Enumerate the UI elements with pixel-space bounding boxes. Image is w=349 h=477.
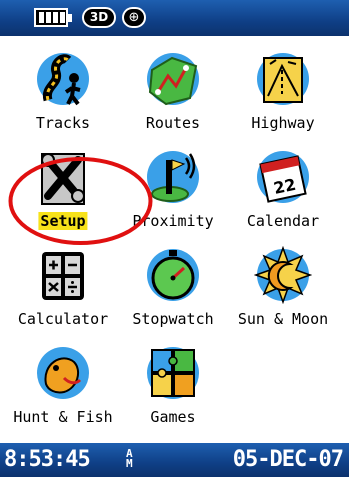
menu-item-sun-moon[interactable]: Sun & Moon	[228, 240, 338, 338]
menu-item-calculator[interactable]: Calculator	[8, 240, 118, 338]
status-bar: 3D ⊕	[0, 0, 349, 36]
battery-icon	[34, 8, 72, 27]
puzzle-icon	[147, 347, 199, 399]
menu-item-hunt-fish[interactable]: Hunt & Fish	[8, 338, 118, 436]
menu-item-calendar[interactable]: 22 Calendar	[228, 142, 338, 240]
calendar-icon: 22	[257, 151, 309, 203]
menu-item-routes[interactable]: Routes	[118, 44, 228, 142]
compass-icon: ⊕	[122, 7, 146, 28]
proximity-icon	[147, 151, 199, 203]
menu-item-games[interactable]: Games	[118, 338, 228, 436]
menu-item-label: Routes	[145, 114, 201, 132]
menu-item-label: Proximity	[132, 212, 214, 230]
gps-3d-badge: 3D	[82, 7, 116, 28]
menu-item-label: Games	[150, 408, 196, 426]
sun-moon-icon	[254, 246, 312, 304]
menu-item-proximity[interactable]: Proximity	[118, 142, 228, 240]
menu-item-tracks[interactable]: Tracks	[8, 44, 118, 142]
menu-item-label: Tracks	[35, 114, 91, 132]
menu-item-label: Stopwatch	[132, 310, 214, 328]
status-footer: 8:53:45 A M 05-DEC-07	[0, 443, 349, 477]
menu-item-highway[interactable]: Highway	[228, 44, 338, 142]
menu-item-label: Hunt & Fish	[13, 408, 113, 426]
clock-time: 8:53:45	[4, 447, 91, 472]
menu-item-stopwatch[interactable]: Stopwatch	[118, 240, 228, 338]
menu-item-label: Sun & Moon	[237, 310, 329, 328]
menu-item-label: Calendar	[246, 212, 320, 230]
ampm-bottom: M	[126, 457, 133, 470]
wrench-icon	[41, 153, 85, 205]
fish-icon	[37, 347, 89, 399]
menu-item-label: Highway	[251, 114, 315, 132]
stopwatch-icon	[147, 249, 199, 301]
routes-icon	[147, 53, 199, 106]
calculator-icon	[42, 252, 84, 300]
menu-item-label: Setup	[38, 212, 88, 230]
highway-icon	[257, 53, 309, 105]
menu-item-label: Calculator	[17, 310, 109, 328]
menu-item-setup[interactable]: Setup	[8, 142, 118, 240]
clock-ampm: A M	[126, 448, 133, 470]
tracks-icon	[37, 53, 89, 106]
current-date: 05-DEC-07	[232, 447, 344, 472]
